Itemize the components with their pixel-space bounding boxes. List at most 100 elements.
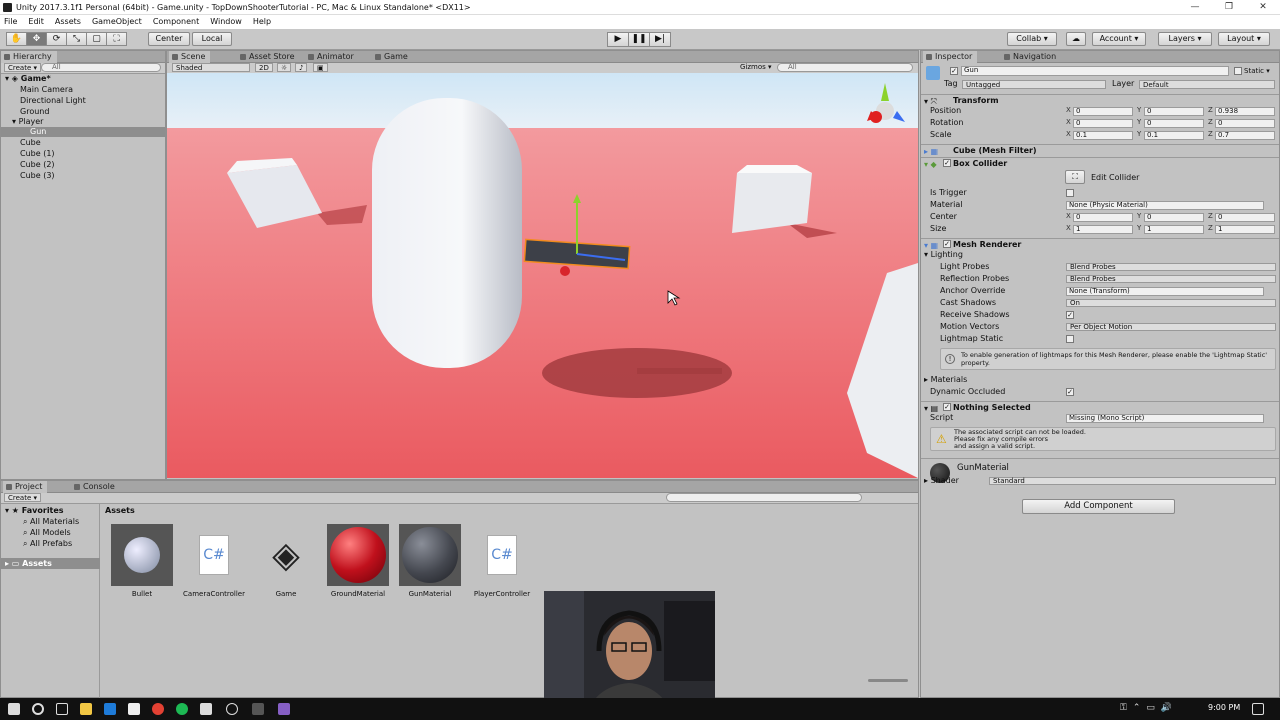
edge-icon[interactable] [104,703,116,715]
rotation-y-field[interactable]: 0 [1144,119,1204,128]
hand-tool-icon[interactable]: ✋ [6,32,27,46]
search-icon[interactable] [32,703,44,715]
center-x-field[interactable]: 0 [1073,213,1133,222]
assets-folder-item[interactable]: ▸ ▭ Assets [1,558,100,569]
scale-y-field[interactable]: 0.1 [1144,131,1204,140]
mesh-renderer-enabled-checkbox[interactable]: ✓ [943,240,951,248]
hierarchy-create-dropdown[interactable]: Create ▾ [4,63,41,72]
gizmos-dropdown[interactable]: Gizmos ▾ [737,63,775,72]
asset-item[interactable]: GunMaterial [395,524,465,598]
lighting-foldout[interactable]: ▾ Lighting [924,250,963,260]
position-z-field[interactable]: 0.938 [1215,107,1275,116]
list-item[interactable]: Cube (1) [1,149,165,159]
rotation-z-field[interactable]: 0 [1215,119,1275,128]
asset-item[interactable]: GroundMaterial [323,524,393,598]
add-component-button[interactable]: Add Component [1022,499,1175,514]
pause-button[interactable]: ❚❚ [628,32,650,47]
menu-edit[interactable]: Edit [28,15,44,29]
tab-project[interactable]: Project [3,481,48,493]
list-item-player[interactable]: ▾ Player [1,117,165,127]
scene-search-input[interactable]: All [777,63,913,72]
tab-game[interactable]: Game [372,51,413,63]
physic-material-field[interactable]: None (Physic Material) [1066,201,1264,210]
maximize-button[interactable]: ❐ [1212,0,1246,15]
menu-assets[interactable]: Assets [55,15,81,29]
layer-dropdown[interactable]: Default [1139,80,1275,89]
store-icon[interactable] [128,703,140,715]
motion-vectors-dropdown[interactable]: Per Object Motion [1066,323,1276,331]
visual-studio-icon[interactable] [278,703,290,715]
size-z-field[interactable]: 1 [1215,225,1275,234]
tab-inspector[interactable]: Inspector [923,51,978,63]
cloud-icon[interactable]: ☁ [1066,32,1086,46]
notifications-icon[interactable] [1252,703,1264,715]
center-z-field[interactable]: 0 [1215,213,1275,222]
menu-window[interactable]: Window [210,15,242,29]
hierarchy-search-input[interactable]: All [41,63,161,72]
size-y-field[interactable]: 1 [1144,225,1204,234]
asset-item[interactable]: C# CameraController [179,524,249,598]
asset-item[interactable]: ◈ Game [251,524,321,599]
tab-asset-store[interactable]: Asset Store [237,51,300,63]
obs-icon[interactable] [226,703,238,715]
receive-shadows-checkbox[interactable]: ✓ [1066,311,1074,319]
anchor-override-field[interactable]: None (Transform) [1066,287,1264,296]
scale-z-field[interactable]: 0.7 [1215,131,1275,140]
active-checkbox[interactable]: ✓ [950,67,958,75]
rect-tool-icon[interactable]: ▢ [86,32,107,46]
effects-toggle-icon[interactable]: ▣ [313,63,328,72]
lighting-toggle-icon[interactable]: ☼ [277,63,292,72]
mail-icon[interactable] [200,703,212,715]
close-button[interactable]: ✕ [1246,0,1280,15]
tab-hierarchy[interactable]: Hierarchy [1,51,57,63]
pivot-local-button[interactable]: Local [192,32,232,46]
script-enabled-checkbox[interactable]: ✓ [943,403,951,411]
windows-start-icon[interactable] [8,703,20,715]
rotate-tool-icon[interactable]: ⟳ [46,32,67,46]
asset-item[interactable]: C# PlayerController [467,524,537,598]
is-trigger-checkbox[interactable] [1066,189,1074,197]
static-checkbox[interactable] [1234,67,1242,75]
position-x-field[interactable]: 0 [1073,107,1133,116]
scene-viewport[interactable] [167,73,918,478]
system-tray-icons[interactable]: ⚿⌃▭🔊 [1120,703,1178,713]
tag-dropdown[interactable]: Untagged [962,80,1106,89]
reflection-probes-dropdown[interactable]: Blend Probes [1066,275,1276,283]
move-tool-icon[interactable]: ✥ [26,32,47,46]
transform-tool-icon[interactable]: ⛶ [106,32,127,46]
tab-scene[interactable]: Scene [169,51,211,63]
scene-root[interactable]: ▾ ◈ Game* [1,74,165,84]
list-item[interactable]: Ground [1,107,165,117]
static-dropdown[interactable]: Static ▾ [1244,66,1270,76]
unity-taskbar-icon[interactable] [252,703,264,715]
favorite-item[interactable]: ⌕ All Models [23,528,71,538]
edit-collider-icon[interactable]: ⛶ [1065,170,1085,184]
pivot-center-button[interactable]: Center [148,32,190,46]
script-field[interactable]: Missing (Mono Script) [1066,414,1264,423]
play-button[interactable]: ▶ [607,32,629,47]
account-dropdown[interactable]: Account ▾ [1092,32,1146,46]
audio-toggle-icon[interactable]: ♪ [295,63,308,72]
list-item[interactable]: Main Camera [1,85,165,95]
size-x-field[interactable]: 1 [1073,225,1133,234]
missing-script-header[interactable]: Nothing Selected [921,401,1279,413]
tab-animator[interactable]: Animator [305,51,359,63]
menu-gameobject[interactable]: GameObject [92,15,142,29]
menu-file[interactable]: File [4,15,17,29]
lightmap-static-checkbox[interactable] [1066,335,1074,343]
project-create-dropdown[interactable]: Create ▾ [4,493,41,502]
shader-dropdown[interactable]: Standard [989,477,1276,485]
mesh-renderer-header[interactable]: Mesh Renderer [921,238,1279,250]
transform-header[interactable]: Transform [921,94,1279,106]
tab-console[interactable]: Console [71,481,120,493]
dynamic-occluded-checkbox[interactable]: ✓ [1066,388,1074,396]
scale-tool-icon[interactable]: ⤡ [66,32,87,46]
2d-toggle[interactable]: 2D [255,63,273,72]
list-item[interactable]: Cube [1,138,165,148]
menu-component[interactable]: Component [153,15,199,29]
collab-dropdown[interactable]: Collab ▾ [1007,32,1057,46]
chrome-icon[interactable] [152,703,164,715]
mesh-filter-header[interactable]: Cube (Mesh Filter) [921,144,1279,156]
scale-x-field[interactable]: 0.1 [1073,131,1133,140]
layout-dropdown[interactable]: Layout ▾ [1218,32,1270,46]
